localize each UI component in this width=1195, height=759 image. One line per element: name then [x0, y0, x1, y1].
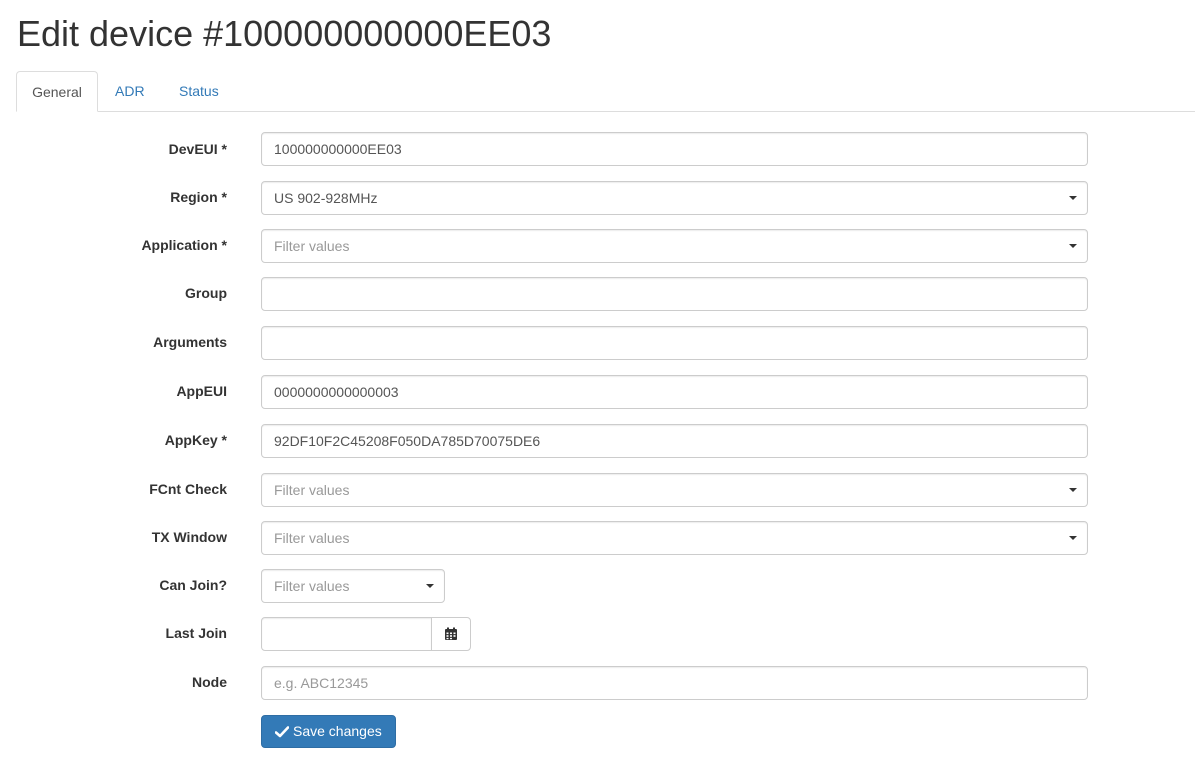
check-icon: [275, 725, 289, 737]
tab-bar: General ADR Status: [16, 71, 1195, 112]
region-label: Region *: [170, 189, 227, 205]
region-select[interactable]: US 902-928MHz: [261, 181, 1088, 215]
tx-window-select[interactable]: Filter values: [261, 521, 1088, 555]
last-join-label: Last Join: [165, 625, 227, 641]
group-label: Group: [185, 285, 227, 301]
calendar-button[interactable]: [431, 617, 471, 651]
appeui-input[interactable]: [261, 375, 1088, 409]
tx-window-label: TX Window: [151, 529, 227, 545]
tab-adr[interactable]: ADR: [115, 71, 145, 112]
node-input[interactable]: [261, 666, 1088, 700]
save-changes-button[interactable]: Save changes: [261, 715, 396, 748]
tab-general[interactable]: General: [16, 71, 98, 112]
fcnt-check-placeholder: Filter values: [274, 482, 350, 498]
calendar-icon: [445, 627, 457, 640]
fcnt-check-label: FCnt Check: [149, 481, 227, 497]
application-placeholder: Filter values: [274, 238, 350, 254]
group-input[interactable]: [261, 277, 1088, 311]
application-select[interactable]: Filter values: [261, 229, 1088, 263]
deveui-label: DevEUI *: [168, 141, 227, 157]
appkey-input[interactable]: [261, 424, 1088, 458]
chevron-down-icon: [1069, 536, 1077, 540]
arguments-input[interactable]: [261, 326, 1088, 360]
can-join-label: Can Join?: [159, 577, 227, 593]
arguments-label: Arguments: [153, 334, 227, 350]
can-join-select[interactable]: Filter values: [261, 569, 445, 603]
appkey-label: AppKey *: [164, 432, 227, 448]
tx-window-placeholder: Filter values: [274, 530, 350, 546]
chevron-down-icon: [1069, 244, 1077, 248]
can-join-placeholder: Filter values: [274, 578, 350, 594]
chevron-down-icon: [426, 584, 434, 588]
deveui-input[interactable]: [261, 132, 1088, 166]
application-label: Application *: [141, 237, 227, 253]
chevron-down-icon: [1069, 488, 1077, 492]
save-changes-label: Save changes: [293, 723, 382, 739]
node-label: Node: [192, 674, 227, 690]
appeui-label: AppEUI: [176, 383, 227, 399]
last-join-input[interactable]: [261, 617, 432, 651]
tab-status[interactable]: Status: [179, 71, 219, 112]
fcnt-check-select[interactable]: Filter values: [261, 473, 1088, 507]
chevron-down-icon: [1069, 196, 1077, 200]
region-value: US 902-928MHz: [274, 190, 378, 206]
page-title: Edit device #100000000000EE03: [17, 13, 552, 54]
